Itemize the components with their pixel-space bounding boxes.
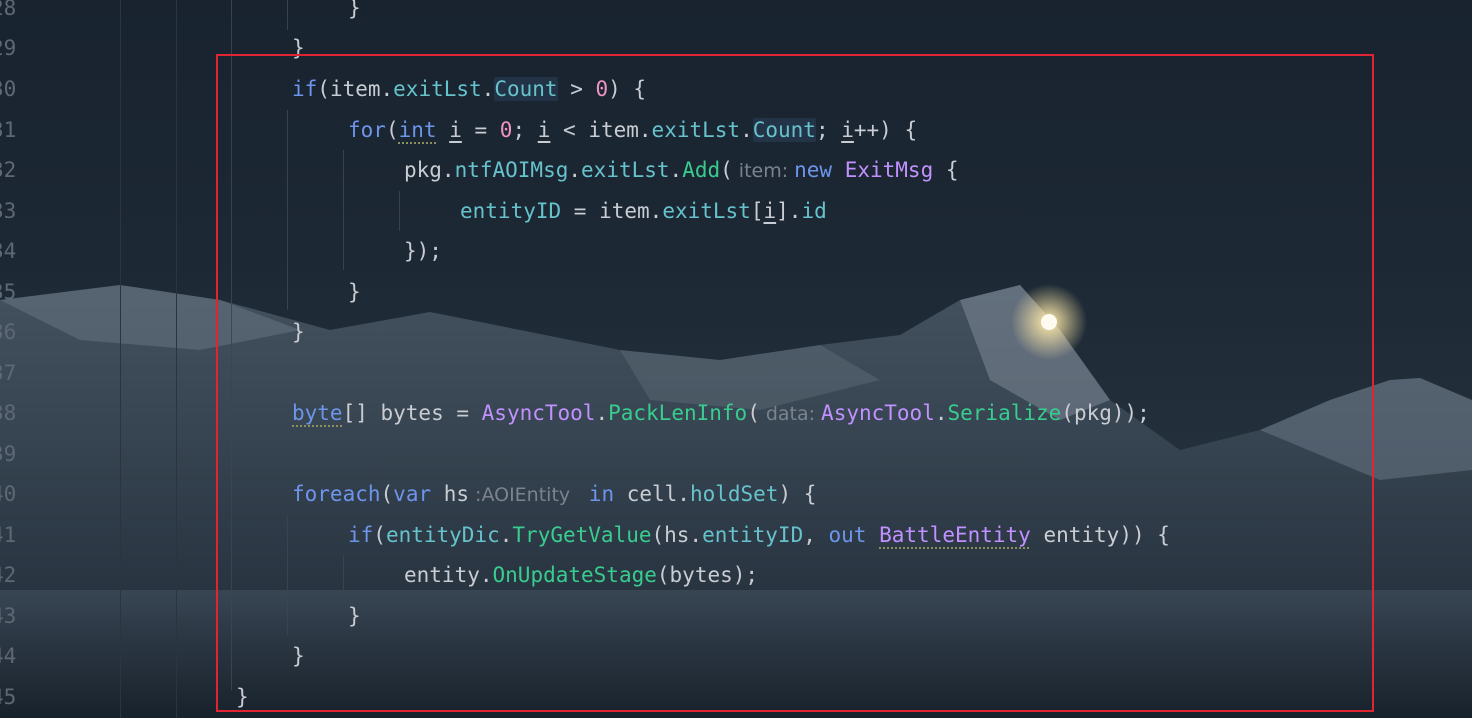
line-number: 45 — [0, 685, 17, 709]
code-line[interactable]: } — [348, 0, 361, 28]
line-number: 42 — [0, 563, 17, 587]
line-number: 36 — [0, 320, 17, 344]
red-highlight-box — [216, 54, 1374, 712]
line-number: 44 — [0, 644, 17, 668]
line-number: 35 — [0, 280, 17, 304]
line-number: 32 — [0, 158, 17, 182]
indent-guide — [287, 0, 288, 30]
line-number: 40 — [0, 482, 17, 506]
line-number: 28 — [0, 0, 17, 20]
line-number: 43 — [0, 604, 17, 628]
line-number: 38 — [0, 401, 17, 425]
line-number: 31 — [0, 118, 17, 142]
line-number: 30 — [0, 77, 17, 101]
line-number: 39 — [0, 442, 17, 466]
line-number: 33 — [0, 199, 17, 223]
brace: } — [348, 0, 361, 20]
line-number: 37 — [0, 361, 17, 385]
line-number: 41 — [0, 523, 17, 547]
line-number: 29 — [0, 36, 17, 60]
line-number-gutter: 28 29 30 31 32 33 34 35 36 37 38 39 40 4… — [0, 0, 120, 718]
line-number: 34 — [0, 239, 17, 263]
